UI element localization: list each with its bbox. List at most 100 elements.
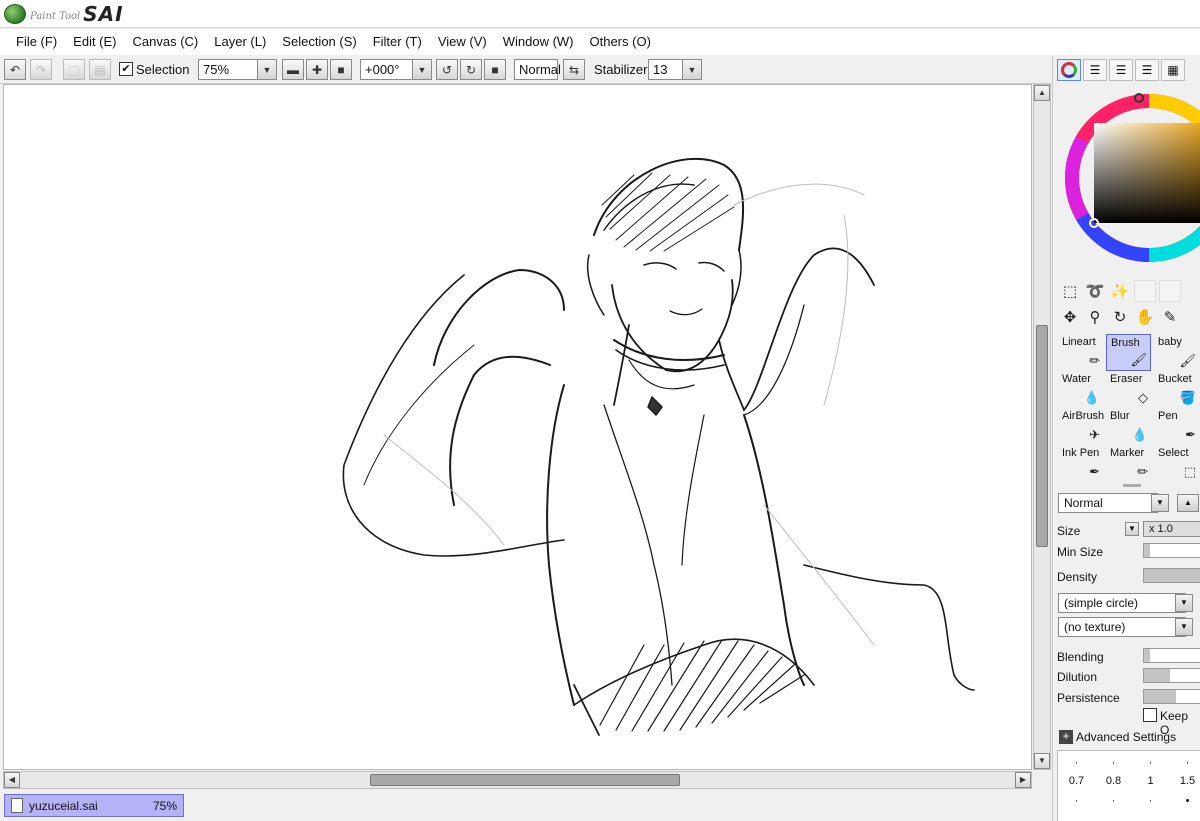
pen-icon: ✒	[1185, 427, 1196, 442]
rotate-right-button[interactable]: ↻	[460, 59, 482, 80]
redo-button[interactable]: ↷	[30, 59, 52, 80]
size-preset[interactable]: 1.5	[1169, 775, 1200, 787]
size-multiplier-field[interactable]: x 1.0	[1143, 521, 1200, 537]
size-dropdown[interactable]: ▼	[1125, 522, 1139, 536]
document-tab[interactable]: yuzuceial.sai 75%	[4, 794, 184, 817]
stabilizer-field[interactable]: 13	[648, 59, 684, 80]
menu-canvas[interactable]: Canvas (C)	[125, 31, 207, 53]
brush-shape-dropdown[interactable]: ▼	[1175, 594, 1193, 612]
advanced-settings-label[interactable]: Advanced Settings	[1076, 730, 1176, 744]
menu-selection[interactable]: Selection (S)	[274, 31, 364, 53]
drawing-canvas[interactable]	[3, 84, 1032, 770]
scroll-up-button[interactable]: ▲	[1034, 85, 1050, 101]
stabilizer-dropdown[interactable]: ▼	[682, 59, 702, 80]
color-wheel-tab[interactable]	[1057, 59, 1081, 81]
rotation-dropdown[interactable]: ▼	[412, 59, 432, 80]
undo-button[interactable]: ↶	[4, 59, 26, 80]
selection-checkbox[interactable]: ✔	[119, 62, 133, 76]
texture-field[interactable]: (no texture)	[1058, 617, 1186, 637]
redo-icon: ↷	[35, 62, 47, 77]
brush-baby[interactable]: baby 🖌	[1154, 334, 1199, 371]
rotation-field[interactable]: +000°	[360, 59, 414, 80]
keep-opacity-checkbox[interactable]	[1143, 708, 1157, 722]
size-dot: ·	[1111, 757, 1116, 769]
menu-filter[interactable]: Filter (T)	[365, 31, 430, 53]
menu-edit[interactable]: Edit (E)	[65, 31, 124, 53]
move-icon[interactable]: ✥	[1059, 306, 1081, 328]
menu-others[interactable]: Others (O)	[582, 31, 659, 53]
zoom-dropdown[interactable]: ▼	[257, 59, 277, 80]
brush-pen[interactable]: Pen ✒	[1154, 408, 1199, 445]
zoom-in-button[interactable]: ✚	[306, 59, 328, 80]
hand-icon[interactable]: ✋	[1134, 306, 1156, 328]
eyedropper-icon[interactable]: ✎	[1159, 306, 1181, 328]
density-slider[interactable]	[1143, 568, 1200, 583]
persistence-slider[interactable]	[1143, 689, 1200, 704]
zoom-out-button[interactable]: ▬	[282, 59, 304, 80]
brush-airbrush[interactable]: AirBrush ✈	[1058, 408, 1104, 445]
hsv-slider-tab[interactable]: ☰	[1109, 59, 1133, 81]
rgb-slider-tab[interactable]: ☰	[1083, 59, 1107, 81]
rect-select-icon[interactable]: ⬚	[1059, 280, 1081, 302]
dilution-fill	[1144, 669, 1171, 682]
rotate-icon[interactable]: ↻	[1109, 306, 1131, 328]
horizontal-scrollbar[interactable]: ◀ ▶	[3, 771, 1032, 789]
rotation-reset-button[interactable]: ■	[484, 59, 506, 80]
rotate-left-button[interactable]: ↺	[436, 59, 458, 80]
swatches-tab[interactable]: ▦	[1161, 59, 1185, 81]
chevron-down-icon: ▼	[1180, 622, 1188, 631]
brush-select[interactable]: Select ⬚	[1154, 445, 1199, 482]
brush-mode-field[interactable]: Normal	[1058, 493, 1158, 513]
sketch-artwork	[342, 157, 975, 736]
brush-shape-toggle[interactable]: ▲	[1177, 494, 1199, 512]
zoom-icon[interactable]: ⚲	[1084, 306, 1106, 328]
menu-file[interactable]: File (F)	[8, 31, 65, 53]
size-preset[interactable]: 0.8	[1095, 775, 1132, 787]
expand-icon[interactable]: +	[1059, 730, 1073, 744]
scroll-down-button[interactable]: ▼	[1034, 753, 1050, 769]
zoom-field[interactable]: 75%	[198, 59, 258, 80]
brush-mode-dropdown[interactable]: ▼	[1151, 494, 1169, 512]
lasso-icon[interactable]: ➰	[1084, 280, 1106, 302]
magic-wand-icon[interactable]: ✨	[1109, 280, 1131, 302]
size-presets: · · · · 0.7 0.8 1 1.5 · · · •	[1057, 750, 1200, 821]
scroll-right-button[interactable]: ▶	[1015, 772, 1031, 788]
vertical-scrollbar[interactable]: ▲ ▼	[1033, 84, 1051, 770]
invert-selection-icon: ▤	[94, 62, 106, 77]
flip-canvas-button[interactable]: ⇆	[563, 59, 585, 80]
brush-water[interactable]: Water 💧	[1058, 371, 1103, 408]
texture-dropdown[interactable]: ▼	[1175, 618, 1193, 636]
size-preset[interactable]: 1	[1132, 775, 1169, 787]
deselect-button[interactable]: ⬚	[63, 59, 85, 80]
scroll-left-button[interactable]: ◀	[4, 772, 20, 788]
marker-icon: ✏	[1137, 464, 1148, 479]
dilution-slider[interactable]	[1143, 668, 1200, 683]
brush-ink-pen[interactable]: Ink Pen ✒	[1058, 445, 1103, 482]
size-preset[interactable]: 0.7	[1058, 775, 1095, 787]
brush-brush[interactable]: Brush 🖌	[1106, 334, 1151, 371]
horizontal-scroll-thumb[interactable]	[370, 774, 680, 786]
zoom-reset-button[interactable]: ■	[330, 59, 352, 80]
brush-lineart[interactable]: Lineart ✏	[1058, 334, 1103, 371]
brush-shape-field[interactable]: (simple circle)	[1058, 593, 1186, 613]
blending-slider[interactable]	[1143, 648, 1200, 663]
panel-divider[interactable]	[1123, 484, 1141, 487]
blending-fill	[1144, 649, 1150, 662]
brush-blur[interactable]: Blur 💧	[1106, 408, 1151, 445]
menu-window[interactable]: Window (W)	[495, 31, 582, 53]
min-size-slider[interactable]	[1143, 543, 1200, 558]
grid-icon: ▦	[1167, 63, 1179, 77]
color-wheel[interactable]	[1063, 88, 1200, 278]
vertical-scroll-thumb[interactable]	[1036, 325, 1048, 547]
brush-bucket[interactable]: Bucket 🪣	[1154, 371, 1199, 408]
brush-eraser[interactable]: Eraser ◇	[1106, 371, 1151, 408]
invert-selection-button[interactable]: ▤	[89, 59, 111, 80]
ink-pen-icon: ✒	[1089, 464, 1100, 479]
blend-mode-field[interactable]: Normal	[514, 59, 561, 80]
mixer-tab[interactable]: ☰	[1135, 59, 1159, 81]
stabilizer-label: Stabilizer	[594, 62, 648, 77]
menu-layer[interactable]: Layer (L)	[206, 31, 274, 53]
persistence-label: Persistence	[1057, 691, 1120, 705]
menu-view[interactable]: View (V)	[430, 31, 495, 53]
brush-marker[interactable]: Marker ✏	[1106, 445, 1151, 482]
